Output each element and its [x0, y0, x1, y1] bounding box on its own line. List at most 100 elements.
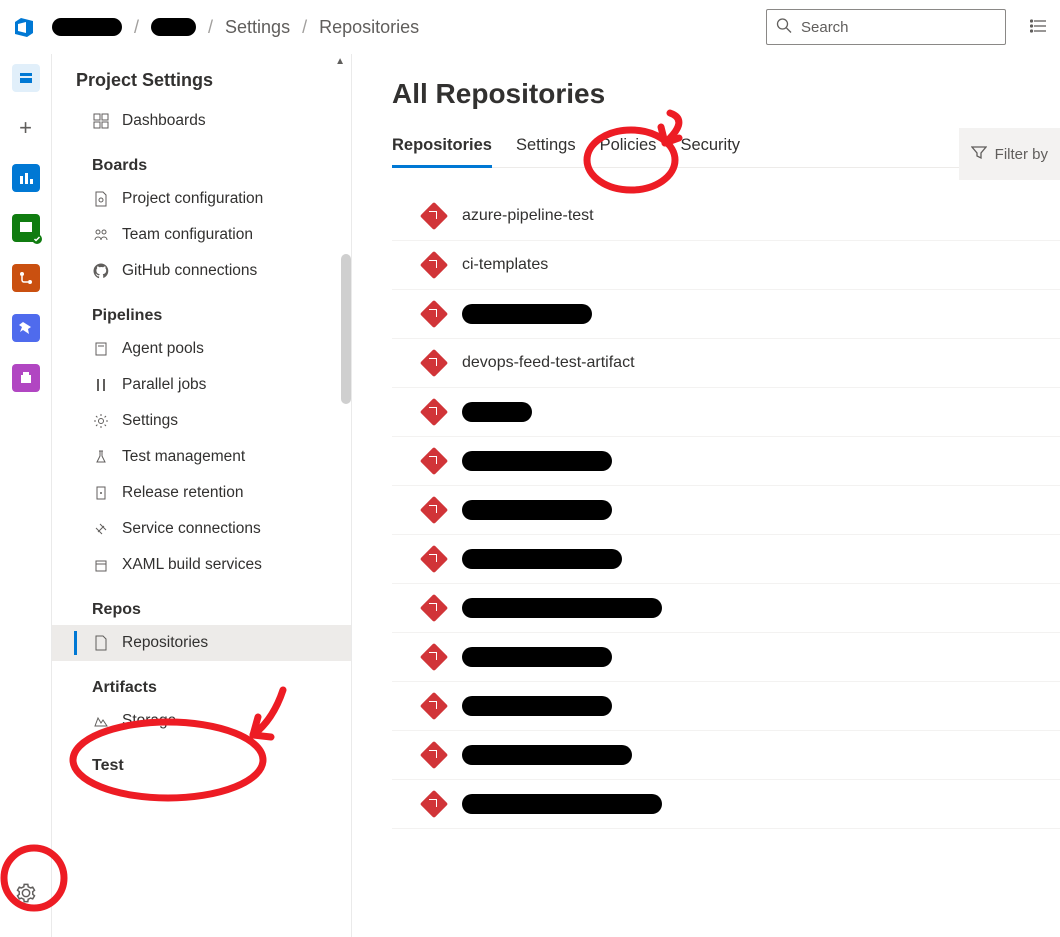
nav-item-agent-pools[interactable]: Agent pools [52, 331, 351, 367]
repo-row[interactable]: ci-templates [392, 241, 1060, 290]
git-repo-icon [420, 349, 448, 377]
repo-name-redacted [462, 794, 662, 814]
section-test: Test [52, 739, 351, 781]
search-input[interactable] [766, 9, 1006, 45]
repo-name-redacted [462, 500, 612, 520]
nav-label: XAML build services [122, 556, 262, 574]
nav-label: Dashboards [122, 112, 206, 130]
nav-item-github-connections[interactable]: GitHub connections [52, 253, 351, 289]
rail-overview-icon[interactable] [12, 64, 40, 92]
repo-row[interactable] [392, 486, 1060, 535]
nav-item-test-management[interactable]: Test management [52, 439, 351, 475]
gear-icon [92, 413, 110, 429]
repo-row[interactable] [392, 290, 1060, 339]
repo-row[interactable]: devops-feed-test-artifact [392, 339, 1060, 388]
rail-repos-icon[interactable] [12, 214, 40, 242]
repo-row[interactable] [392, 731, 1060, 780]
nav-item-storage[interactable]: Storage [52, 703, 351, 739]
rail-testplans-icon[interactable] [12, 314, 40, 342]
nav-item-release-retention[interactable]: Release retention [52, 475, 351, 511]
nav-label: Release retention [122, 484, 244, 502]
azure-devops-logo[interactable] [12, 15, 36, 39]
left-rail: + [0, 54, 52, 937]
rail-boards-icon[interactable] [12, 164, 40, 192]
repo-name-redacted [462, 647, 612, 667]
nav-label: Test management [122, 448, 245, 466]
section-pipelines: Pipelines [52, 289, 351, 331]
repo-name: ci-templates [462, 256, 548, 274]
nav-item-project-config[interactable]: Project configuration [52, 181, 351, 217]
git-repo-icon [420, 643, 448, 671]
nav-item-dashboards[interactable]: Dashboards [52, 103, 351, 139]
nav-item-repositories[interactable]: Repositories [52, 625, 351, 661]
build-icon [92, 557, 110, 573]
git-repo-icon [420, 594, 448, 622]
git-repo-icon [420, 545, 448, 573]
git-repo-icon [420, 300, 448, 328]
repo-name: devops-feed-test-artifact [462, 354, 635, 372]
retention-icon [92, 485, 110, 501]
github-icon [92, 263, 110, 279]
tab-security[interactable]: Security [680, 128, 740, 167]
page-title: All Repositories [392, 78, 1060, 110]
tab-repositories[interactable]: Repositories [392, 128, 492, 167]
filter-label: Filter by [995, 146, 1048, 163]
rail-settings-gear-icon[interactable] [15, 882, 37, 907]
nav-item-team-config[interactable]: Team configuration [52, 217, 351, 253]
filter-button[interactable]: Filter by [959, 128, 1060, 180]
storage-icon [92, 713, 110, 729]
scrollbar-thumb[interactable] [341, 254, 351, 404]
repo-list: azure-pipeline-test ci-templates devops-fe… [392, 192, 1060, 829]
server-icon [92, 341, 110, 357]
repo-row[interactable] [392, 388, 1060, 437]
nav-item-pipeline-settings[interactable]: Settings [52, 403, 351, 439]
rail-pipelines-icon[interactable] [12, 264, 40, 292]
nav-item-xaml-build[interactable]: XAML build services [52, 547, 351, 583]
repo-row[interactable] [392, 437, 1060, 486]
main-content: All Repositories Repositories Settings P… [352, 54, 1060, 937]
tabs: Repositories Settings Policies Security … [392, 128, 1060, 168]
rail-artifacts-icon[interactable] [12, 364, 40, 392]
repo-row[interactable] [392, 682, 1060, 731]
repo-row[interactable] [392, 780, 1060, 829]
breadcrumb: / / Settings / Repositories [52, 17, 758, 38]
tab-policies[interactable]: Policies [600, 128, 657, 167]
git-repo-icon [420, 447, 448, 475]
filter-icon [971, 144, 987, 164]
flask-icon [92, 449, 110, 465]
git-repo-icon [420, 790, 448, 818]
nav-label: Agent pools [122, 340, 204, 358]
parallel-icon [92, 377, 110, 393]
breadcrumb-sep: / [302, 17, 307, 38]
repo-row[interactable] [392, 584, 1060, 633]
nav-label: Repositories [122, 634, 208, 652]
breadcrumb-project-redacted [151, 18, 196, 36]
nav-label: Settings [122, 412, 178, 430]
repo-name-redacted [462, 402, 532, 422]
repo-row[interactable] [392, 633, 1060, 682]
git-repo-icon [420, 741, 448, 769]
nav-label: Service connections [122, 520, 261, 538]
breadcrumb-settings[interactable]: Settings [225, 17, 290, 38]
repo-row[interactable] [392, 535, 1060, 584]
git-repo-icon [420, 398, 448, 426]
list-view-icon[interactable] [1030, 17, 1048, 38]
git-repo-icon [420, 202, 448, 230]
nav-label: Team configuration [122, 226, 253, 244]
breadcrumb-repositories[interactable]: Repositories [319, 17, 419, 38]
nav-item-service-connections[interactable]: Service connections [52, 511, 351, 547]
repo-row[interactable]: azure-pipeline-test [392, 192, 1060, 241]
git-repo-icon [420, 496, 448, 524]
breadcrumb-sep: / [208, 17, 213, 38]
repo-name-redacted [462, 549, 622, 569]
rail-new-icon[interactable]: + [12, 114, 40, 142]
tab-settings[interactable]: Settings [516, 128, 576, 167]
repo-name-redacted [462, 451, 612, 471]
git-repo-icon [420, 692, 448, 720]
nav-label: GitHub connections [122, 262, 257, 280]
search-wrap [766, 9, 1006, 45]
repo-name-redacted [462, 745, 632, 765]
caret-up-icon[interactable]: ▲ [335, 56, 345, 67]
nav-label: Storage [122, 712, 176, 730]
nav-item-parallel-jobs[interactable]: Parallel jobs [52, 367, 351, 403]
